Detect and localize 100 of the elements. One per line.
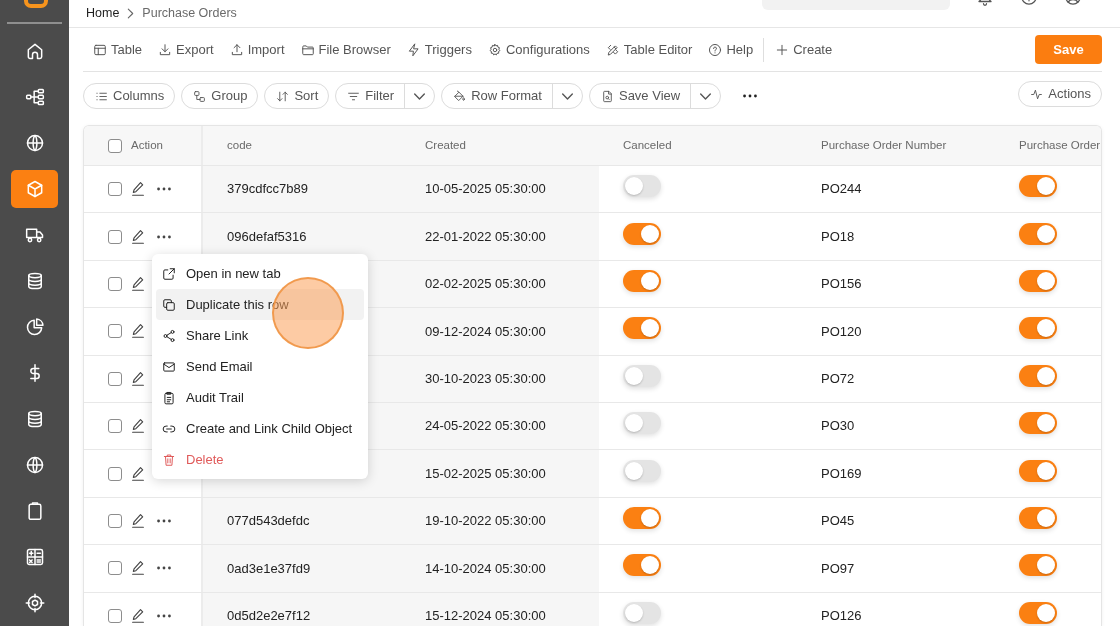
- toggle-switch[interactable]: [1019, 364, 1057, 387]
- bell-icon[interactable]: [976, 0, 994, 6]
- toggle-switch[interactable]: [623, 269, 661, 292]
- table-cell-text: PO18: [820, 227, 856, 246]
- upload-icon: [229, 42, 244, 57]
- toolbar-button[interactable]: File Browser: [300, 39, 391, 60]
- toolbar-button[interactable]: Help: [708, 39, 754, 60]
- lightning-icon: [406, 42, 421, 57]
- help-icon[interactable]: [1020, 0, 1038, 6]
- table-cell: 10-05-2025 05:30:00: [401, 166, 599, 213]
- menu-item[interactable]: Delete: [156, 444, 365, 475]
- pencil-icon[interactable]: [131, 371, 145, 386]
- table-icon: [93, 42, 107, 57]
- pencil-icon[interactable]: [131, 561, 145, 576]
- more-icon[interactable]: [743, 94, 758, 98]
- menu-item[interactable]: Share Link: [156, 320, 365, 351]
- row-checkbox[interactable]: [108, 276, 122, 291]
- group-icon: [193, 89, 207, 103]
- toggle-switch[interactable]: [1019, 459, 1057, 482]
- select-all-checkbox[interactable]: [108, 138, 122, 153]
- toggle-switch[interactable]: [1019, 222, 1057, 245]
- toggle-switch[interactable]: [1019, 412, 1057, 435]
- table-cell-text: PO126: [820, 606, 863, 625]
- menu-item[interactable]: Duplicate this row: [156, 289, 365, 320]
- paint-bucket-icon: [453, 89, 467, 103]
- clipboard-list-icon: [162, 390, 176, 405]
- toolbar-button[interactable]: Triggers: [406, 39, 472, 60]
- toggle-switch[interactable]: [623, 317, 661, 340]
- pencil-icon[interactable]: [131, 466, 145, 481]
- table-cell-text: PO30: [820, 417, 856, 436]
- view-button[interactable]: Save View: [589, 84, 692, 108]
- row-checkbox[interactable]: [108, 419, 122, 434]
- row-checkbox[interactable]: [108, 229, 122, 244]
- pencil-icon[interactable]: [131, 608, 145, 623]
- toolbar-button[interactable]: Configurations: [487, 39, 590, 60]
- table-cell-text: PO45: [820, 512, 856, 531]
- toggle-switch[interactable]: [623, 601, 661, 624]
- column-header: Created: [425, 137, 466, 153]
- more-icon[interactable]: [157, 613, 171, 618]
- toggle-switch[interactable]: [1019, 317, 1057, 340]
- row-checkbox[interactable]: [108, 513, 122, 528]
- menu-item[interactable]: Audit Trail: [156, 382, 365, 413]
- truck-icon: [24, 225, 45, 245]
- row-checkbox[interactable]: [108, 182, 122, 197]
- view-button[interactable]: Filter: [336, 84, 406, 108]
- pencil-icon[interactable]: [131, 324, 145, 339]
- activity-icon: [1030, 87, 1044, 101]
- toggle-switch[interactable]: [623, 554, 661, 577]
- more-icon[interactable]: [157, 187, 171, 192]
- logo-icon: [23, 0, 49, 9]
- breadcrumb-current: Purchase Orders: [142, 5, 237, 23]
- toolbar-button[interactable]: Export: [158, 39, 214, 60]
- column-header: Action: [131, 137, 163, 153]
- toggle-switch[interactable]: [1019, 269, 1057, 292]
- view-button[interactable]: Columns: [83, 83, 176, 109]
- row-checkbox[interactable]: [108, 324, 122, 339]
- toggle-switch[interactable]: [623, 459, 661, 482]
- table-cell-text: PO97: [820, 559, 856, 578]
- menu-item[interactable]: Create and Link Child Object: [156, 413, 365, 444]
- more-icon[interactable]: [157, 518, 171, 523]
- menu-item[interactable]: Send Email: [156, 351, 365, 382]
- table-cell: 077d543defdc: [203, 497, 401, 545]
- toggle-switch[interactable]: [1019, 554, 1057, 577]
- toggle-switch[interactable]: [623, 175, 661, 198]
- row-checkbox[interactable]: [108, 561, 122, 576]
- pencil-icon[interactable]: [131, 182, 145, 197]
- toggle-switch[interactable]: [623, 222, 661, 245]
- user-icon[interactable]: [1064, 0, 1082, 6]
- actions-button[interactable]: Actions: [1018, 81, 1102, 107]
- view-button[interactable]: Sort: [264, 83, 330, 109]
- table-cell: 0ad3e1e37fd9: [203, 545, 401, 592]
- more-icon[interactable]: [157, 234, 171, 239]
- view-button[interactable]: Group: [181, 83, 259, 109]
- toolbar-button[interactable]: Table: [93, 39, 143, 60]
- settings-icon: [487, 42, 502, 57]
- table-cell: 379cdfcc7b89: [203, 166, 401, 213]
- toolbar-button[interactable]: Table Editor: [605, 39, 693, 60]
- caret-icon: [414, 92, 426, 100]
- row-checkbox[interactable]: [108, 371, 122, 386]
- row-checkbox[interactable]: [108, 466, 122, 481]
- toggle-switch[interactable]: [623, 412, 661, 435]
- pencil-icon[interactable]: [131, 229, 145, 244]
- toggle-switch[interactable]: [1019, 175, 1057, 198]
- toggle-switch[interactable]: [623, 506, 661, 529]
- pencil-icon[interactable]: [131, 419, 145, 434]
- table-cell: 02-02-2025 05:30:00: [401, 260, 599, 308]
- toggle-switch[interactable]: [1019, 506, 1057, 529]
- menu-item[interactable]: Open in new tab: [156, 258, 365, 289]
- toggle-switch[interactable]: [623, 364, 661, 387]
- pencil-icon[interactable]: [131, 513, 145, 528]
- table-cell-text: PO120: [820, 322, 863, 341]
- toolbar-button[interactable]: Import: [229, 39, 285, 60]
- create-button[interactable]: Create: [775, 39, 833, 60]
- toggle-switch[interactable]: [1019, 601, 1057, 624]
- row-checkbox[interactable]: [108, 608, 122, 623]
- column-header: code: [227, 137, 252, 153]
- pencil-icon[interactable]: [131, 276, 145, 291]
- breadcrumb-link[interactable]: Home: [86, 4, 120, 23]
- more-icon[interactable]: [157, 566, 171, 571]
- view-button[interactable]: Row Format: [442, 84, 553, 108]
